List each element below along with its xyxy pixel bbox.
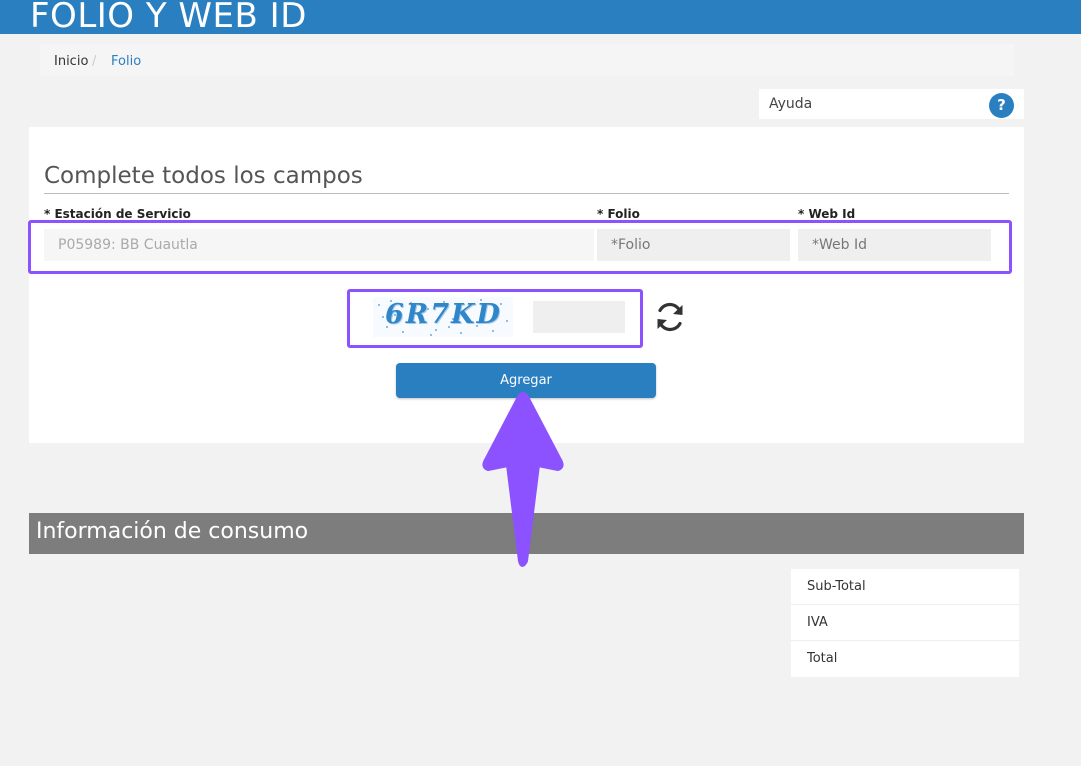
- help-box[interactable]: Ayuda ?: [759, 89, 1024, 119]
- folio-input[interactable]: [597, 229, 790, 261]
- refresh-icon[interactable]: [652, 299, 688, 335]
- help-label: Ayuda: [769, 96, 813, 112]
- station-field[interactable]: [44, 229, 594, 261]
- consumption-section-bar: Información de consumo: [29, 513, 1024, 554]
- captcha-text: 6R7KD: [385, 299, 502, 330]
- page-title: FOLIO Y WEB ID: [30, 0, 307, 34]
- totals-row-total: Total: [807, 651, 838, 666]
- totals-table: Sub-Total IVA Total: [791, 569, 1019, 677]
- totals-row-iva: IVA: [791, 605, 1019, 641]
- captcha-image: 6R7KD: [373, 297, 513, 337]
- help-icon[interactable]: ?: [989, 93, 1014, 118]
- consumption-title: Información de consumo: [36, 519, 309, 544]
- header-bar: FOLIO Y WEB ID: [0, 0, 1081, 34]
- webid-input[interactable]: [798, 229, 991, 261]
- agregar-button[interactable]: Agregar: [396, 363, 656, 398]
- breadcrumb-separator: /: [92, 54, 97, 69]
- form-panel: Complete todos los campos * Estación de …: [29, 127, 1024, 443]
- form-heading: Complete todos los campos: [44, 161, 1009, 194]
- totals-row-subtotal: Sub-Total: [791, 569, 1019, 605]
- captcha-input[interactable]: [533, 301, 625, 333]
- breadcrumb: Inicio / Folio: [40, 44, 1014, 76]
- breadcrumb-current[interactable]: Folio: [111, 54, 141, 69]
- breadcrumb-home-link[interactable]: Inicio: [54, 54, 88, 69]
- station-label: * Estación de Servicio: [44, 207, 191, 221]
- folio-label: * Folio: [597, 207, 640, 221]
- webid-label: * Web Id: [798, 207, 856, 221]
